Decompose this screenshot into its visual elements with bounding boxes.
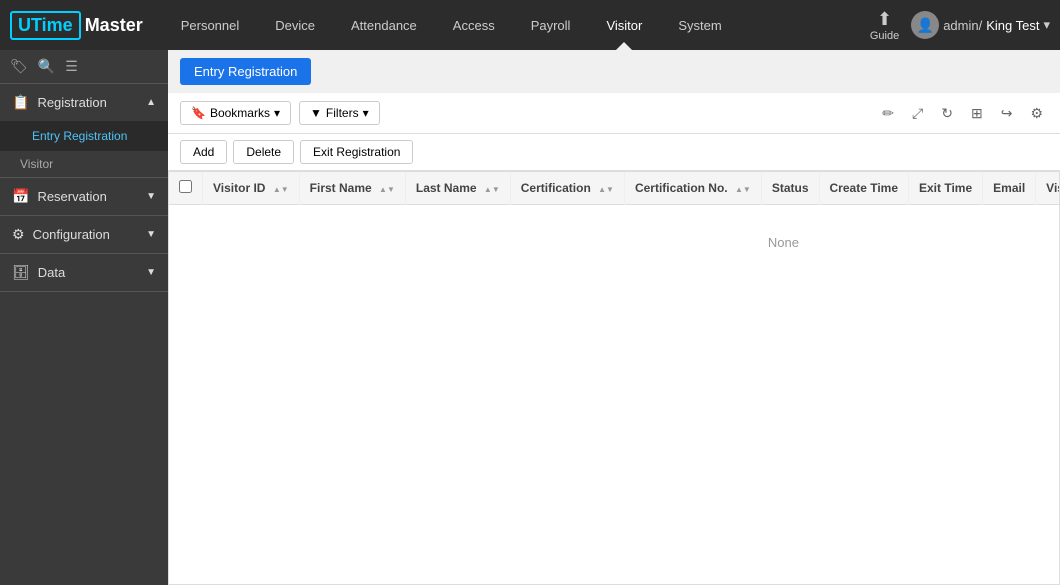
col-visit-department[interactable]: Visit Department [1036, 172, 1060, 205]
nav-visitor[interactable]: Visitor [588, 0, 660, 50]
logo-utime: UTime [10, 11, 81, 40]
edit-icon-btn[interactable]: ✏ [877, 102, 899, 125]
data-table: Visitor ID ▲▼ First Name ▲▼ Last Name ▲▼ [169, 172, 1060, 280]
sidebar-reservation-header[interactable]: 📅 Reservation ▼ [0, 178, 168, 215]
guide-icon: ⬆ [877, 9, 892, 30]
filters-label: Filters [326, 106, 359, 120]
settings-icon-btn[interactable]: ⚙ [1025, 102, 1048, 125]
user-info[interactable]: 👤 admin/King Test ▾ [911, 11, 1050, 39]
first-name-sort-icon: ▲▼ [379, 186, 395, 194]
username-label: King Test [986, 18, 1039, 33]
checkbox-header[interactable] [169, 172, 203, 205]
col-create-time[interactable]: Create Time [819, 172, 908, 205]
share-icon-btn[interactable]: ↪ [996, 102, 1018, 125]
col-email[interactable]: Email [983, 172, 1036, 205]
configuration-icon: ⚙ [12, 226, 25, 242]
bookmarks-label: Bookmarks [210, 106, 270, 120]
sidebar-configuration-header[interactable]: ⚙ Configuration ▼ [0, 216, 168, 253]
nav-menu: Personnel Device Attendance Access Payro… [163, 0, 870, 50]
certification-sort-icon: ▲▼ [598, 186, 614, 194]
guide-button[interactable]: ⬆ Guide [870, 9, 899, 42]
main-layout: 🏷 🔍 ☰ 📋 Registration ▲ Entry Registration… [0, 50, 1060, 585]
search-icon[interactable]: 🔍 [38, 58, 55, 75]
data-label: Data [38, 265, 65, 280]
col-certification-no[interactable]: Certification No. ▲▼ [624, 172, 761, 205]
sidebar-registration-header[interactable]: 📋 Registration ▲ [0, 84, 168, 121]
app-logo[interactable]: UTime Master [10, 11, 143, 40]
avatar: 👤 [911, 11, 939, 39]
empty-message: None [169, 205, 1060, 281]
reservation-chevron: ▼ [146, 191, 156, 202]
nav-system[interactable]: System [660, 0, 739, 50]
sidebar-item-entry-registration[interactable]: Entry Registration [0, 121, 168, 151]
nav-personnel[interactable]: Personnel [163, 0, 258, 50]
filters-dropdown-icon: ▾ [363, 106, 369, 120]
page-header: Entry Registration [168, 50, 1060, 93]
col-first-name[interactable]: First Name ▲▼ [299, 172, 405, 205]
sidebar-section-data: 🗄 Data ▼ [0, 254, 168, 292]
tag-icon[interactable]: 🏷 [10, 58, 28, 75]
col-visitor-id[interactable]: Visitor ID ▲▼ [203, 172, 300, 205]
main-content: Entry Registration 🔖 Bookmarks ▾ ▼ Filte… [168, 50, 1060, 585]
table-body: None [169, 205, 1060, 281]
list-icon[interactable]: ☰ [65, 58, 78, 75]
registration-chevron: ▲ [146, 97, 156, 108]
registration-label: Registration [37, 95, 106, 110]
add-button[interactable]: Add [180, 140, 227, 164]
filters-button[interactable]: ▼ Filters ▾ [299, 101, 380, 125]
bookmarks-dropdown-icon: ▾ [274, 106, 280, 120]
delete-button[interactable]: Delete [233, 140, 294, 164]
registration-icon: 📋 [12, 94, 29, 110]
data-icon: 🗄 [12, 264, 30, 280]
exit-registration-button[interactable]: Exit Registration [300, 140, 413, 164]
bookmarks-button[interactable]: 🔖 Bookmarks ▾ [180, 101, 291, 125]
expand-icon-btn[interactable]: ⤢ [907, 102, 928, 125]
nav-attendance[interactable]: Attendance [333, 0, 435, 50]
col-exit-time[interactable]: Exit Time [909, 172, 983, 205]
table-empty-row: None [169, 205, 1060, 281]
bookmark-icon: 🔖 [191, 106, 206, 120]
sidebar-section-registration: 📋 Registration ▲ Entry Registration Visit… [0, 84, 168, 178]
table-toolbar: 🔖 Bookmarks ▾ ▼ Filters ▾ ✏ ⤢ ↻ ⊞ ↪ ⚙ [168, 93, 1060, 134]
reservation-icon: 📅 [12, 188, 29, 204]
cert-no-sort-icon: ▲▼ [735, 186, 751, 194]
logo-master: Master [85, 15, 143, 36]
nav-right-section: ⬆ Guide 👤 admin/King Test ▾ [870, 9, 1050, 42]
nav-device[interactable]: Device [257, 0, 333, 50]
guide-label: Guide [870, 30, 899, 42]
entry-registration-breadcrumb-btn[interactable]: Entry Registration [180, 58, 311, 85]
last-name-sort-icon: ▲▼ [484, 186, 500, 194]
visitor-id-sort-icon: ▲▼ [273, 186, 289, 194]
configuration-label: Configuration [33, 227, 110, 242]
sidebar-toolbar: 🏷 🔍 ☰ [0, 50, 168, 84]
sidebar: 🏷 🔍 ☰ 📋 Registration ▲ Entry Registration… [0, 50, 168, 585]
select-all-checkbox[interactable] [179, 180, 192, 193]
sidebar-section-reservation: 📅 Reservation ▼ [0, 178, 168, 216]
sidebar-data-header[interactable]: 🗄 Data ▼ [0, 254, 168, 291]
refresh-icon-btn[interactable]: ↻ [936, 102, 958, 125]
table-header-row: Visitor ID ▲▼ First Name ▲▼ Last Name ▲▼ [169, 172, 1060, 205]
sidebar-section-configuration: ⚙ Configuration ▼ [0, 216, 168, 254]
filter-icon: ▼ [310, 106, 322, 120]
col-last-name[interactable]: Last Name ▲▼ [405, 172, 510, 205]
top-navigation: UTime Master Personnel Device Attendance… [0, 0, 1060, 50]
col-status[interactable]: Status [761, 172, 819, 205]
columns-icon-btn[interactable]: ⊞ [966, 102, 988, 125]
nav-access[interactable]: Access [435, 0, 513, 50]
col-certification[interactable]: Certification ▲▼ [510, 172, 624, 205]
nav-payroll[interactable]: Payroll [513, 0, 589, 50]
reservation-label: Reservation [37, 189, 106, 204]
user-dropdown-icon: ▾ [1043, 17, 1050, 33]
user-admin-label: admin/ [943, 18, 982, 33]
data-table-container: Visitor ID ▲▼ First Name ▲▼ Last Name ▲▼ [168, 171, 1060, 585]
sidebar-item-visitor[interactable]: Visitor [0, 151, 168, 177]
action-bar: Add Delete Exit Registration [168, 134, 1060, 171]
configuration-chevron: ▼ [146, 229, 156, 240]
data-chevron: ▼ [146, 267, 156, 278]
